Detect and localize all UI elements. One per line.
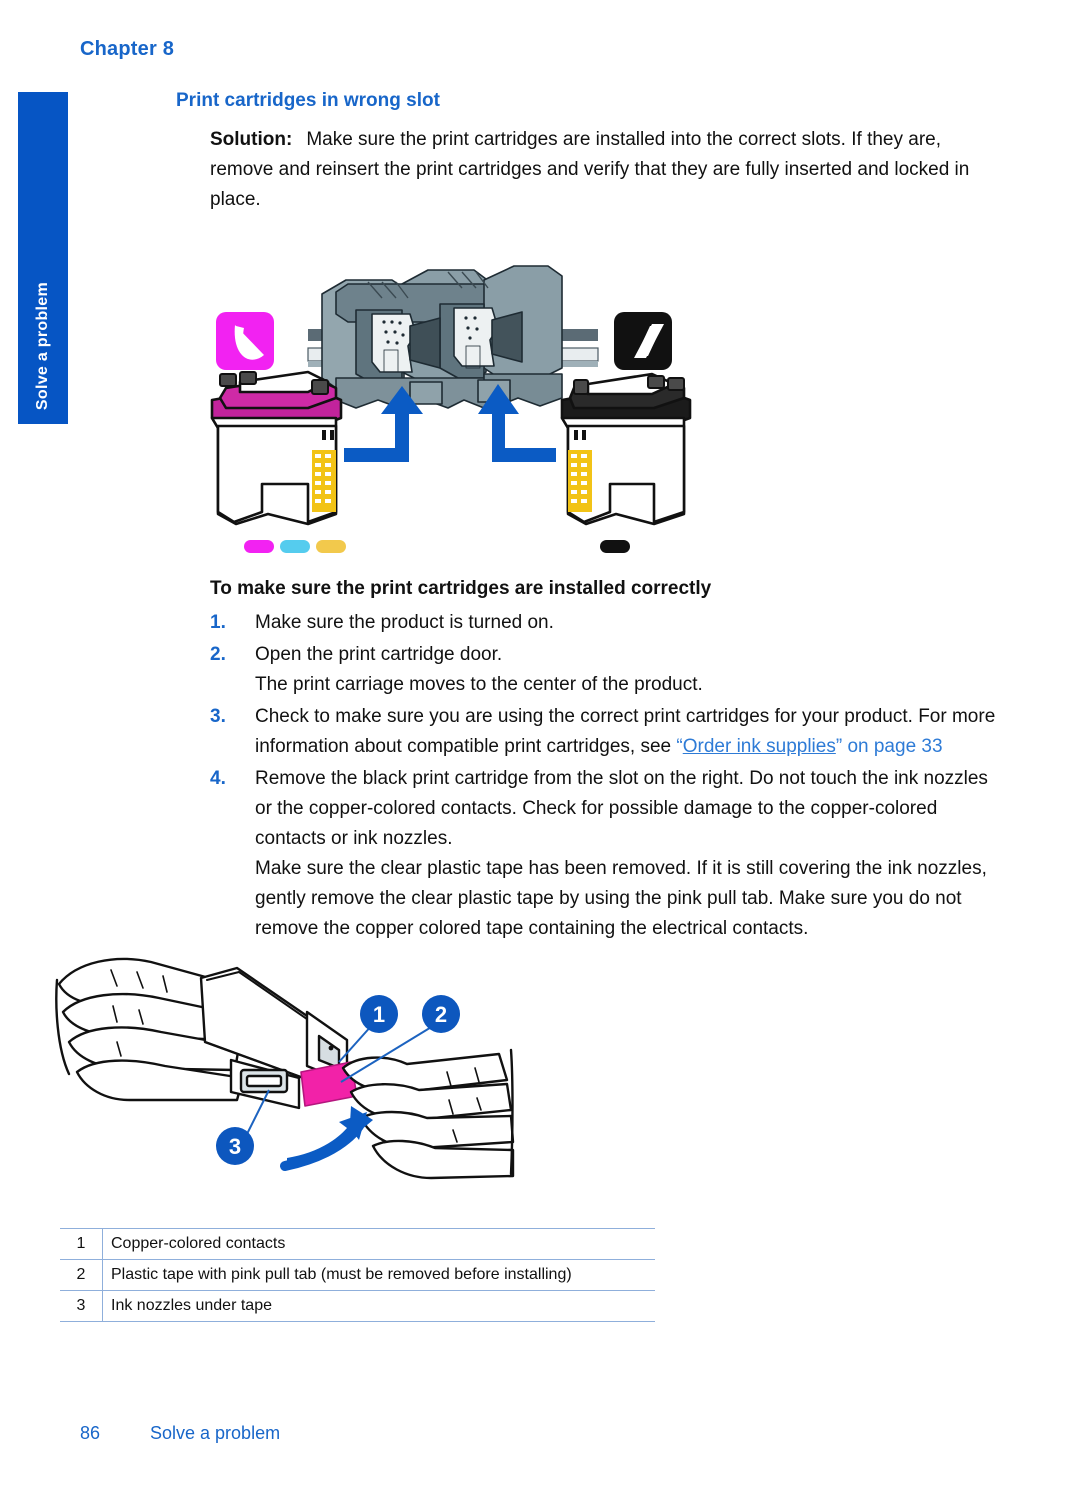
side-tab-solve-a-problem: Solve a problem bbox=[18, 92, 68, 424]
solution-paragraph: Solution: Make sure the print cartridges … bbox=[210, 125, 996, 215]
step-text: Remove the black print cartridge from th… bbox=[255, 768, 988, 849]
order-ink-supplies-link[interactable]: Order ink supplies bbox=[683, 736, 836, 757]
procedure-step-4: 4. Remove the black print cartridge from… bbox=[210, 764, 996, 944]
figure-legend-table: 1 Copper-colored contacts 2 Plastic tape… bbox=[60, 1228, 655, 1322]
callout-2-label: 2 bbox=[435, 1002, 447, 1027]
procedure-step-2: 2. Open the print cartridge door. The pr… bbox=[210, 640, 996, 700]
legend-number: 3 bbox=[60, 1290, 103, 1322]
table-row: 3 Ink nozzles under tape bbox=[60, 1290, 655, 1322]
step-number: 4. bbox=[210, 768, 226, 789]
black-ink-dot bbox=[600, 540, 630, 553]
callout-1-label: 1 bbox=[373, 1002, 385, 1027]
footer-page-number: 86 bbox=[80, 1423, 101, 1443]
black-cartridge-contacts bbox=[568, 450, 592, 512]
page-title: Print cartridges in wrong slot bbox=[176, 90, 440, 111]
procedure-step-3: 3. Check to make sure you are using the … bbox=[210, 702, 996, 762]
procedure-list: 1. Make sure the product is turned on. 2… bbox=[210, 608, 996, 946]
figure-remove-tape-from-cartridge: 1 2 3 bbox=[55, 950, 515, 1220]
print-carriage bbox=[321, 265, 563, 409]
step-subtext: The print carriage moves to the center o… bbox=[255, 674, 703, 695]
legend-description: Plastic tape with pink pull tab (must be… bbox=[102, 1259, 655, 1291]
footer-section-label: Solve a problem bbox=[150, 1423, 281, 1443]
tri-color-cartridge-contacts bbox=[312, 450, 336, 512]
chapter-label: Chapter 8 bbox=[80, 38, 175, 60]
color-ink-dots bbox=[244, 540, 346, 553]
pull-direction-arrow bbox=[280, 1106, 373, 1171]
side-tab-label: Solve a problem bbox=[34, 281, 51, 410]
solution-label: Solution: bbox=[210, 129, 293, 150]
right-hand bbox=[341, 1048, 515, 1180]
solution-text: Make sure the print cartridges are insta… bbox=[210, 129, 970, 210]
black-parallelogram-icon bbox=[614, 312, 672, 370]
table-row: 1 Copper-colored contacts bbox=[60, 1228, 655, 1260]
magenta-crescent-icon bbox=[216, 312, 274, 370]
figure-print-carriage-and-cartridges bbox=[196, 222, 716, 562]
callout-badge-3: 3 bbox=[216, 1127, 254, 1165]
callout-3-label: 3 bbox=[229, 1134, 241, 1159]
procedure-step-1: 1. Make sure the product is turned on. bbox=[210, 608, 996, 638]
legend-description: Copper-colored contacts bbox=[102, 1228, 655, 1260]
step-number: 2. bbox=[210, 644, 226, 665]
step-text: Open the print cartridge door. bbox=[255, 644, 503, 665]
legend-number: 2 bbox=[60, 1259, 103, 1291]
link-page-reference: on page 33 bbox=[842, 736, 943, 757]
legend-number: 1 bbox=[60, 1228, 103, 1260]
step-subtext: Make sure the clear plastic tape has bee… bbox=[255, 858, 987, 939]
step-text: Make sure the product is turned on. bbox=[255, 612, 554, 633]
step-number: 3. bbox=[210, 706, 226, 727]
callout-badge-1: 1 bbox=[360, 995, 398, 1033]
table-row: 2 Plastic tape with pink pull tab (must … bbox=[60, 1259, 655, 1291]
legend-description: Ink nozzles under tape bbox=[102, 1290, 655, 1322]
page-footer: 86 Solve a problem bbox=[80, 1423, 280, 1444]
procedure-heading: To make sure the print cartridges are in… bbox=[210, 578, 712, 599]
callout-badge-2: 2 bbox=[422, 995, 460, 1033]
step-number: 1. bbox=[210, 612, 226, 633]
